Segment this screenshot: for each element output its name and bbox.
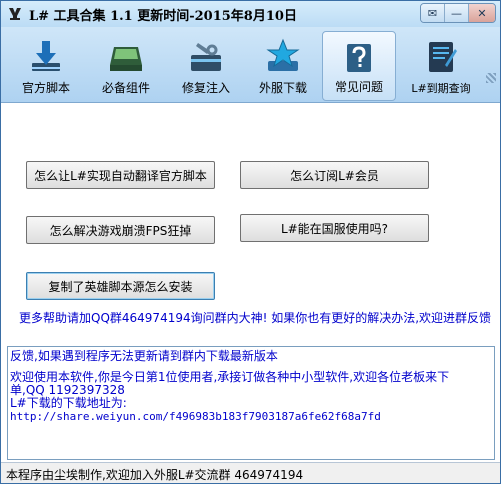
status-text: 本程序由尘埃制作,欢迎加入外服L#交流群 464974194: [6, 468, 304, 482]
app-logo-icon: [9, 8, 21, 20]
toolbar-item-label: 修复注入: [181, 81, 230, 95]
resize-grip-icon[interactable]: [486, 73, 496, 83]
star-icon: [266, 38, 300, 71]
info-line-download-label: L#下载的下载地址为:: [10, 396, 127, 410]
toolbar-item-label: 外服下载: [258, 81, 307, 95]
toolbar-item-repair[interactable]: 修复注入: [167, 31, 245, 101]
info-line-feedback: 反馈,如果遇到程序无法更新请到群内下载最新版本: [10, 349, 278, 363]
help-text: 更多帮助请加QQ群464974194询问群内大神! 如果你也有更好的解决办法,欢…: [19, 311, 492, 325]
window-title: L# 工具合集 1.1 更新时间-2015年8月10日: [29, 9, 297, 24]
toolbar: 官方脚本 必备组件 修复注入 外服下载 常见问题 L#到期查询: [1, 27, 500, 103]
faq-button-china-server[interactable]: L#能在国服使用吗?: [240, 214, 429, 242]
toolbar-item-components[interactable]: 必备组件: [87, 31, 165, 101]
info-line-download-url[interactable]: http://share.weiyun.com/f496983b183f7903…: [10, 410, 492, 423]
faq-button-install-script[interactable]: 复制了英雄脚本源怎么安装: [26, 272, 215, 300]
download-icon: [32, 41, 60, 71]
app-window: L# 工具合集 1.1 更新时间-2015年8月10日 ✉ — ✕ 官方脚本 必…: [0, 0, 501, 484]
toolbar-item-foreign-download[interactable]: 外服下载: [244, 31, 322, 101]
close-button[interactable]: ✕: [469, 4, 495, 22]
info-textbox[interactable]: 反馈,如果遇到程序无法更新请到群内下载最新版本 欢迎使用本软件,你是今日第1位使…: [7, 346, 495, 460]
window-controls: ✉ — ✕: [420, 3, 496, 23]
close-icon: ✕: [477, 6, 487, 20]
help-icon: [347, 44, 371, 72]
mail-icon: ✉: [427, 6, 438, 20]
faq-button-fps-crash[interactable]: 怎么解决游戏崩溃FPS狂掉: [26, 216, 215, 244]
toolbar-item-label: 必备组件: [101, 81, 150, 95]
minimize-icon: —: [451, 6, 462, 20]
toolbar-item-expiry-query[interactable]: L#到期查询: [398, 31, 484, 101]
wrench-icon: [191, 43, 221, 71]
skin-button[interactable]: ✉: [421, 4, 445, 22]
toolbar-item-label: 官方脚本: [21, 81, 70, 95]
notebook-icon: [429, 42, 457, 72]
toolbar-item-faq[interactable]: 常见问题: [322, 31, 396, 101]
minimize-button[interactable]: —: [445, 4, 469, 22]
title-bar[interactable]: L# 工具合集 1.1 更新时间-2015年8月10日 ✉ — ✕: [1, 1, 500, 27]
tray-icon: [110, 47, 142, 71]
faq-button-subscribe[interactable]: 怎么订阅L#会员: [240, 161, 429, 189]
toolbar-item-official-scripts[interactable]: 官方脚本: [7, 31, 85, 101]
toolbar-item-label: L#到期查询: [411, 82, 471, 95]
faq-button-auto-translate[interactable]: 怎么让L#实现自动翻译官方脚本: [26, 161, 215, 189]
toolbar-item-label: 常见问题: [334, 80, 383, 94]
status-bar: 本程序由尘埃制作,欢迎加入外服L#交流群 464974194: [1, 462, 500, 483]
